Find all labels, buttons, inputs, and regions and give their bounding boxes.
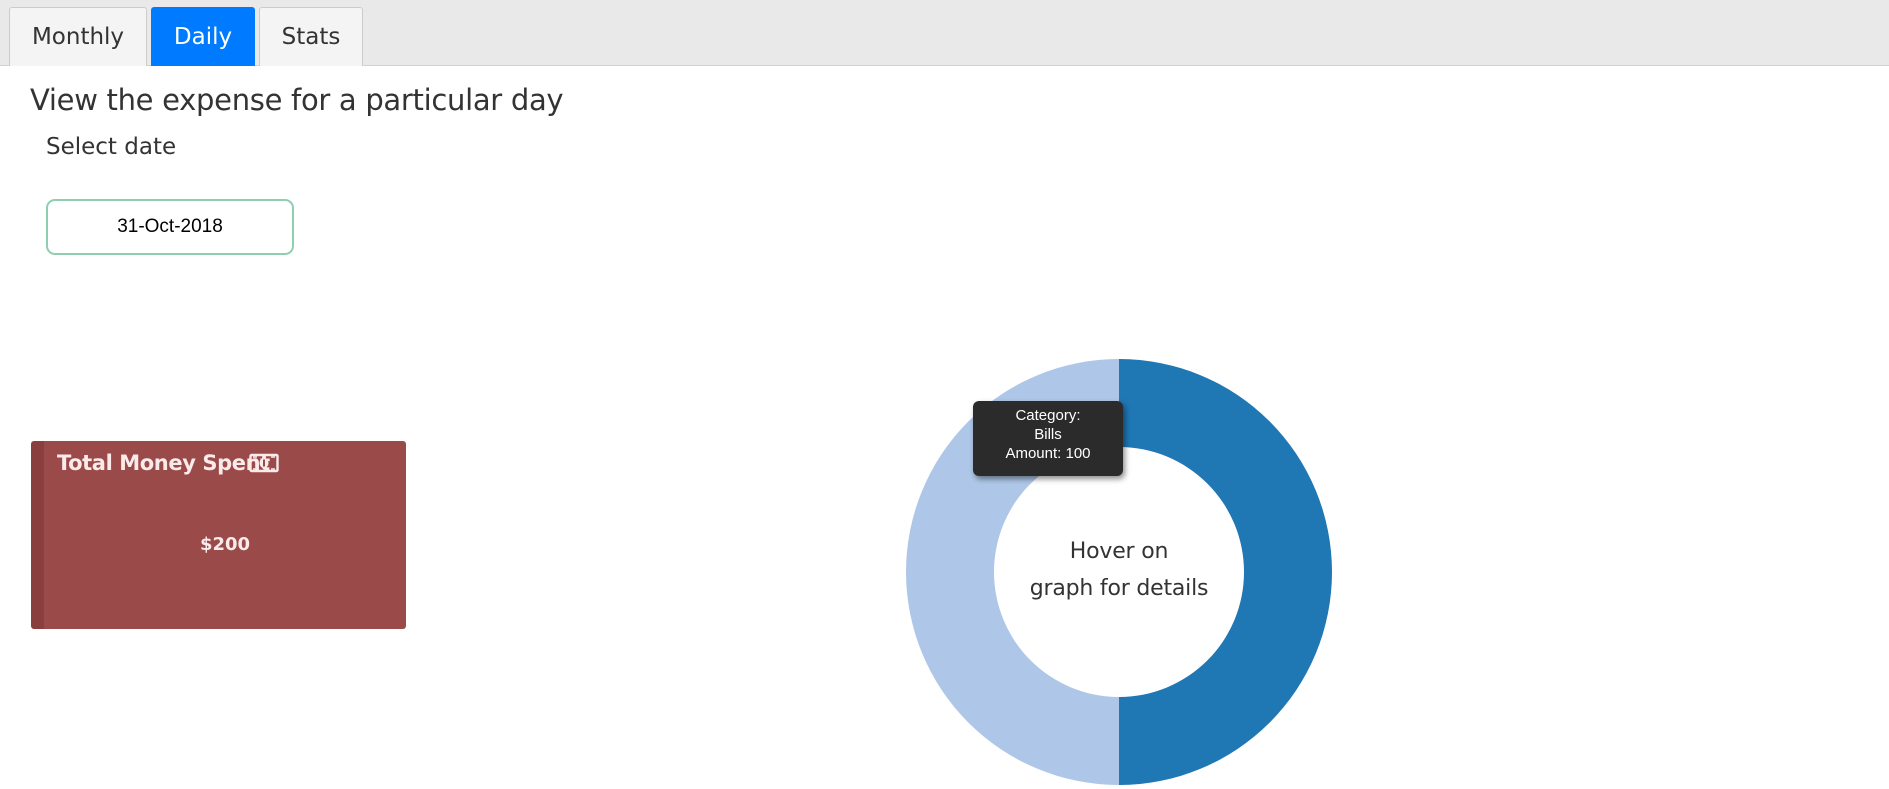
tab-stats[interactable]: Stats	[259, 7, 363, 66]
tab-monthly[interactable]: Monthly	[9, 7, 147, 66]
tooltip-category-label: Category:	[1015, 407, 1081, 424]
chart-center-hint: Hover on graph for details	[1004, 533, 1234, 607]
total-money-card: Total Money Spent $200	[31, 441, 406, 629]
total-money-amount: $200	[199, 534, 251, 555]
page-title: View the expense for a particular day	[30, 83, 564, 117]
tooltip-category-value: Bills	[1034, 426, 1062, 443]
tab-daily[interactable]: Daily	[151, 7, 255, 66]
tab-bar: Monthly Daily Stats	[0, 0, 1889, 66]
total-money-title: Total Money Spent	[57, 451, 270, 475]
date-input[interactable]	[46, 199, 294, 255]
date-label: Select date	[46, 134, 177, 160]
chart-tooltip: Category: Bills Amount: 100	[973, 401, 1123, 476]
tooltip-amount: Amount: 100	[1005, 445, 1091, 462]
chart-center-line-1: Hover on	[1069, 539, 1169, 564]
money-bill-icon	[249, 453, 279, 473]
chart-center-line-2: graph for details	[1029, 576, 1209, 601]
